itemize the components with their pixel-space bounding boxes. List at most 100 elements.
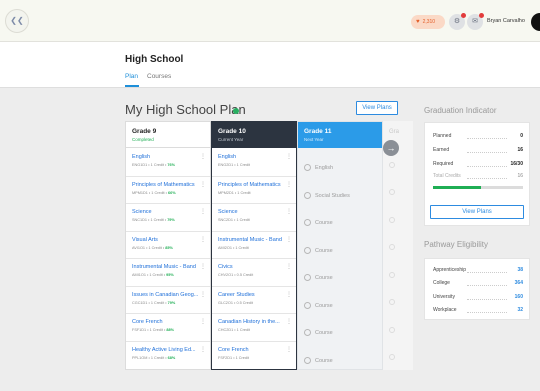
pathway-eligibility-card: Apprenticeship 38 College 364 University 16… xyxy=(424,258,530,320)
more-icon[interactable]: ⋮ xyxy=(200,209,206,215)
course-meta: PPL1OM • 1 Credit • 68% xyxy=(132,355,176,360)
active-tab-indicator xyxy=(125,85,139,87)
add-icon xyxy=(389,272,395,278)
course-credit: 1 Credit xyxy=(150,218,164,222)
course-credit: 1 Credit xyxy=(148,245,162,250)
more-icon[interactable]: ⋮ xyxy=(286,292,292,298)
course-name: Instrumental Music - Band xyxy=(218,236,282,243)
course-card[interactable]: Career Studies GLC2O1 • 0.5 Credit ⋮ xyxy=(212,287,296,314)
course-name: Science xyxy=(132,209,152,215)
more-icon[interactable]: ⋮ xyxy=(200,264,206,270)
course-meta: SNC1D1 • 1 Credit • 79% xyxy=(132,218,175,222)
course-card[interactable]: Core French FSF2D1 • 1 Credit ⋮ xyxy=(212,342,296,370)
more-icon[interactable]: ⋮ xyxy=(286,209,292,215)
course-code: CGC1D1 xyxy=(132,300,148,305)
add-course-slot[interactable]: Course xyxy=(298,342,382,370)
more-icon[interactable]: ⋮ xyxy=(200,319,206,325)
course-card[interactable]: Instrumental Music - Band AMI2O1 • 1 Cred… xyxy=(212,232,296,259)
pathway-row-apprenticeship[interactable]: Apprenticeship 38 xyxy=(433,267,523,273)
course-name: Core French xyxy=(218,346,249,353)
add-course-slot[interactable]: English xyxy=(298,149,382,177)
course-name: English xyxy=(218,154,237,160)
more-icon[interactable]: ⋮ xyxy=(286,182,292,188)
course-name: Core French xyxy=(132,319,163,325)
course-meta: CGC1D1 • 1 Credit • 79% xyxy=(132,300,176,305)
course-meta: ENG2D1 • 1 Credit xyxy=(218,163,250,167)
course-meta: ENG1D1 • 1 Credit • 76% xyxy=(132,163,176,167)
notification-icon[interactable]: ⚙ xyxy=(449,13,466,30)
course-card[interactable]: Healthy Active Living Ed... PPL1OM • 1 Cr… xyxy=(126,342,210,370)
graduation-view-plans-button[interactable]: View Plans xyxy=(430,205,524,219)
course-card[interactable]: Civics CHV2O1 • 0.5 Credit ⋮ xyxy=(212,259,296,287)
course-name: Civics xyxy=(218,264,233,270)
add-course-slot[interactable]: Course xyxy=(298,287,382,315)
slot-label: Social Studies xyxy=(315,192,350,199)
course-card[interactable]: Principles of Mathematics MPM1D1 • 1 Cred… xyxy=(126,177,210,204)
add-course-slot[interactable]: Course xyxy=(298,204,382,232)
more-icon[interactable]: ⋮ xyxy=(200,154,206,160)
course-meta: SNC2D1 • 1 Credit xyxy=(218,218,250,222)
course-card[interactable]: Science SNC2D1 • 1 Credit ⋮ xyxy=(212,204,296,232)
more-icon[interactable]: ⋮ xyxy=(286,319,292,325)
add-course-slot[interactable]: Course xyxy=(298,232,382,260)
course-grade: 79% xyxy=(167,300,176,305)
view-plans-button[interactable]: View Plans xyxy=(356,101,398,115)
course-name: Issues in Canadian Geog... xyxy=(132,291,199,298)
course-code: CHC2D1 xyxy=(218,328,234,332)
course-code: AVI1O1 xyxy=(132,245,146,250)
course-meta: CHV2O1 • 0.5 Credit xyxy=(218,273,254,277)
course-code: AMI1O1 xyxy=(132,273,146,277)
add-icon xyxy=(304,274,311,282)
stat-label: Required xyxy=(433,161,454,167)
course-card[interactable]: Issues in Canadian Geog... CGC1D1 • 1 Cre… xyxy=(126,287,210,314)
grade-11-column: Grade 11 Next Year English Social Studie… xyxy=(297,121,383,370)
course-card[interactable]: Science SNC1D1 • 1 Credit • 79% ⋮ xyxy=(126,204,210,232)
more-icon[interactable]: ⋮ xyxy=(200,347,206,353)
add-icon xyxy=(389,299,395,305)
course-name: Healthy Active Living Ed... xyxy=(132,346,196,353)
course-credit: 1 Credit xyxy=(236,218,250,222)
more-icon[interactable]: ⋮ xyxy=(200,182,206,188)
more-icon[interactable]: ⋮ xyxy=(200,237,206,243)
pathway-row-university[interactable]: University 160 xyxy=(433,294,523,300)
user-name[interactable]: Bryan Carvalho xyxy=(487,18,525,24)
leader-dots xyxy=(467,299,507,300)
course-code: FSF2D1 xyxy=(218,355,233,360)
grade-9-column: Grade 9 Completed English ENG1D1 • 1 Cred… xyxy=(125,121,211,370)
tab-plan[interactable]: Plan xyxy=(125,73,138,80)
tab-courses[interactable]: Courses xyxy=(147,73,171,80)
credits-badge[interactable]: ♥ 2,310 xyxy=(411,15,445,29)
add-icon xyxy=(304,301,311,309)
page-header: High School Plan Courses xyxy=(0,42,540,88)
course-credit: 1 Credit xyxy=(235,355,249,360)
more-icon[interactable]: ⋮ xyxy=(286,237,292,243)
graduation-indicator-title: Graduation Indicator xyxy=(424,106,497,115)
course-card[interactable]: Principles of Mathematics MPM2D1 • 1 Cred… xyxy=(212,177,296,204)
grade-label: Grade 10 xyxy=(218,128,246,135)
avatar[interactable] xyxy=(531,13,540,31)
course-card[interactable]: Visual Arts AVI1O1 • 1 Credit • 85% ⋮ xyxy=(126,232,210,259)
inbox-icon[interactable]: ✉ xyxy=(467,13,484,30)
chevron-left-icon[interactable]: ❮❮ xyxy=(5,9,29,33)
more-icon[interactable]: ⋮ xyxy=(200,292,206,298)
course-code: PPL1OM xyxy=(132,355,148,360)
pathway-row-workplace[interactable]: Workplace 32 xyxy=(433,307,523,313)
add-course-slot[interactable]: Course xyxy=(298,314,382,342)
course-card[interactable]: Core French FSF1D1 • 1 Credit • 88% ⋮ xyxy=(126,314,210,342)
grade-10-column: Grade 10 Current Year English ENG2D1 • 1 … xyxy=(211,121,297,370)
more-icon[interactable]: ⋮ xyxy=(286,154,292,160)
course-card[interactable]: Instrumental Music - Band AMI1O1 • 1 Cred… xyxy=(126,259,210,287)
add-course-slot[interactable]: Course xyxy=(298,259,382,287)
course-card[interactable]: English ENG1D1 • 1 Credit • 76% ⋮ xyxy=(126,149,210,177)
grade-status: Completed xyxy=(132,137,154,142)
add-icon xyxy=(389,327,395,333)
more-icon[interactable]: ⋮ xyxy=(286,264,292,270)
course-card[interactable]: English ENG2D1 • 1 Credit ⋮ xyxy=(212,149,296,177)
arrow-right-icon[interactable]: → xyxy=(383,140,399,156)
more-icon[interactable]: ⋮ xyxy=(286,347,292,353)
add-course-slot[interactable]: Social Studies xyxy=(298,177,382,205)
grade-12-column[interactable]: Gra xyxy=(383,121,413,370)
pathway-row-college[interactable]: College 364 xyxy=(433,280,523,286)
stat-label: Planned xyxy=(433,133,452,139)
course-card[interactable]: Canadian History in the... CHC2D1 • 1 Cre… xyxy=(212,314,296,342)
